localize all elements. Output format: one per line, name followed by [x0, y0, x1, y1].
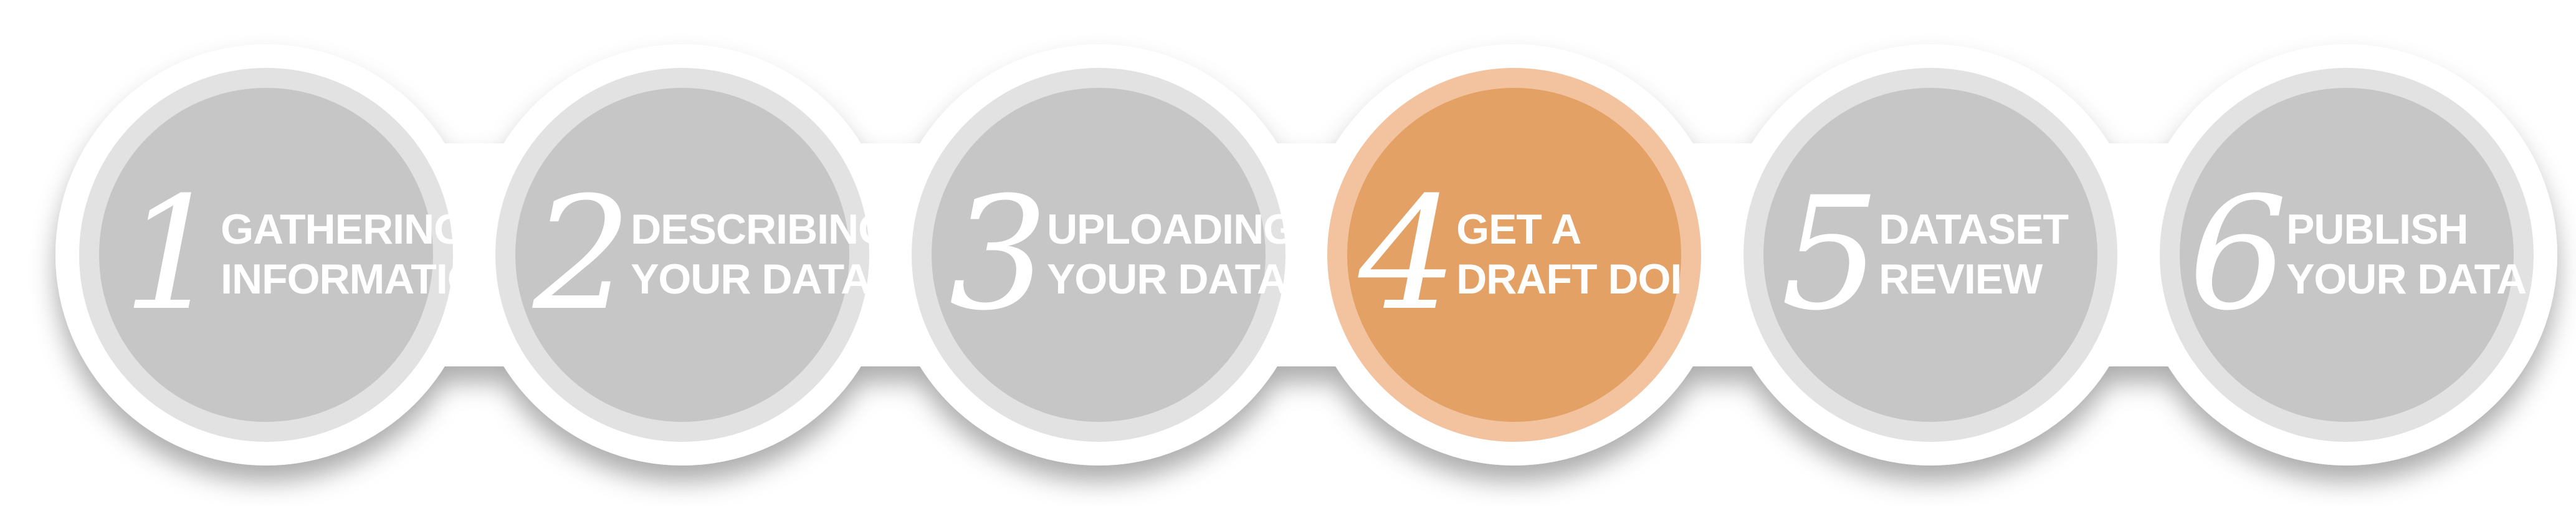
step-6-line-1: PUBLISH [2286, 206, 2468, 253]
step-2-number: 2 [533, 163, 632, 345]
step-2-line-2: YOUR DATA [631, 255, 871, 303]
step-3-line-2: YOUR DATA [1047, 255, 1287, 303]
process-steps-diagram: 1 GATHERING INFORMATION 2 DESCRIBING YOU… [0, 0, 2576, 506]
step-4-line-2: DRAFT DOI [1456, 255, 1682, 303]
step-1-label: 1 GATHERING INFORMATION [123, 176, 510, 332]
step-1-line-2: INFORMATION [221, 255, 510, 303]
step-5-line-1: DATASET [1879, 206, 2069, 253]
step-4-number: 4 [1358, 163, 1457, 345]
step-4-label: 4 GET A DRAFT DOI [1358, 163, 1682, 345]
step-5-line-2: REVIEW [1879, 255, 2043, 303]
step-1-line-1: GATHERING [221, 206, 467, 253]
step-2-label: 2 DESCRIBING YOUR DATA [533, 163, 891, 345]
step-3-number: 3 [949, 163, 1048, 345]
step-3-label: 3 UPLOADING YOUR DATA [949, 163, 1296, 345]
step-6-line-2: YOUR DATA [2286, 255, 2527, 303]
step-6-label: 6 PUBLISH YOUR DATA [2188, 163, 2527, 345]
step-4-line-1: GET A [1456, 206, 1581, 253]
step-5-label: 5 DATASET REVIEW [1781, 163, 2069, 345]
step-6-number: 6 [2188, 163, 2287, 345]
step-2-line-1: DESCRIBING [631, 206, 891, 253]
step-5-number: 5 [1781, 163, 1880, 345]
step-1-number: 1 [123, 163, 222, 345]
step-3-line-1: UPLOADING [1047, 206, 1296, 253]
